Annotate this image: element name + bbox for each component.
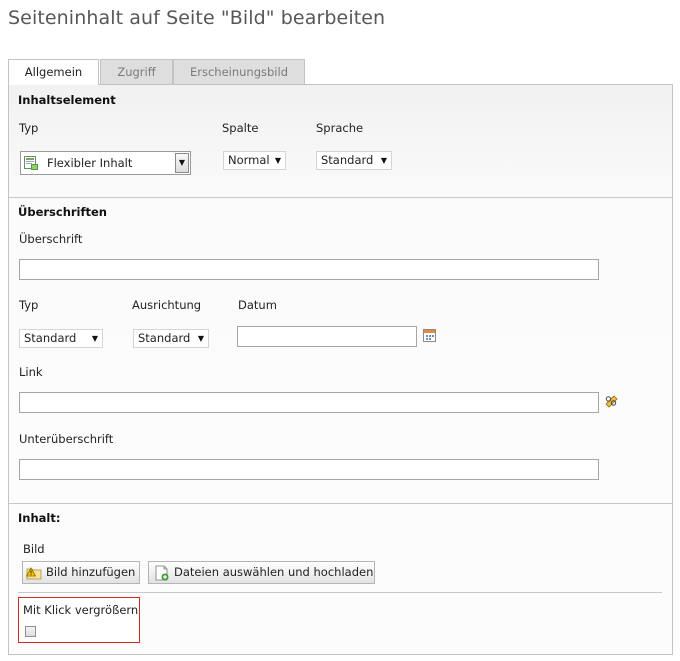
link-label: Link [19, 365, 43, 379]
ueberschrift-input[interactable] [19, 259, 599, 280]
content-type-value: Flexibler Inhalt [47, 156, 133, 170]
file-upload-icon [155, 565, 169, 581]
ausrichtung-select[interactable]: Standard ▼ [133, 329, 209, 348]
section-title-inhaltselement: Inhaltselement [18, 93, 116, 107]
zoom-checkbox[interactable] [25, 626, 36, 637]
section-divider [9, 197, 672, 198]
page-title: Seiteninhalt auf Seite "Bild" bearbeiten [8, 7, 386, 29]
zoom-option-highlight: Mit Klick vergrößern [18, 597, 140, 643]
tab-erscheinungsbild[interactable]: Erscheinungsbild [173, 59, 305, 84]
sprache-value: Standard [321, 153, 374, 167]
upload-files-button[interactable]: Dateien auswählen und hochladen [148, 561, 375, 584]
header-typ-value: Standard [24, 331, 77, 345]
spalte-label: Spalte [222, 121, 259, 135]
chevron-down-icon: ▼ [197, 334, 204, 343]
spalte-value: Normal [228, 153, 270, 167]
sprache-label: Sprache [316, 121, 364, 135]
chevron-down-icon: ▼ [380, 156, 387, 165]
zoom-label: Mit Klick vergrößern [23, 603, 139, 617]
header-typ-label: Typ [19, 298, 39, 312]
ausrichtung-value: Standard [138, 331, 191, 345]
folder-warning-icon [26, 567, 42, 580]
tab-allgemein[interactable]: Allgemein [8, 59, 99, 85]
section-title-ueberschriften: Überschriften [18, 205, 107, 219]
section-title-inhalt: Inhalt: [18, 511, 61, 525]
link-wizard-icon[interactable] [605, 395, 619, 408]
unterueberschrift-input[interactable] [19, 459, 599, 480]
chevron-down-icon: ▼ [91, 334, 98, 343]
chevron-down-icon: ▼ [274, 156, 281, 165]
unterueberschrift-label: Unterüberschrift [19, 432, 114, 446]
add-image-button[interactable]: Bild hinzufügen [22, 561, 140, 584]
calendar-icon[interactable] [423, 329, 436, 342]
sprache-select[interactable]: Standard ▼ [316, 151, 392, 170]
section-divider [18, 592, 662, 593]
ausrichtung-label: Ausrichtung [132, 298, 202, 312]
section-divider [9, 503, 672, 504]
typ-label: Typ [19, 121, 39, 135]
header-typ-select[interactable]: Standard ▼ [19, 329, 103, 348]
form-panel: Inhaltselement Typ Spalte Sprache Flexib… [8, 84, 673, 655]
datum-input[interactable] [237, 326, 417, 347]
tab-zugriff[interactable]: Zugriff [100, 59, 173, 84]
bild-label: Bild [23, 542, 45, 556]
spalte-select[interactable]: Normal ▼ [223, 151, 286, 170]
content-type-select[interactable]: Flexibler Inhalt ▼ [20, 151, 191, 175]
link-input[interactable] [19, 392, 599, 413]
chevron-down-icon[interactable]: ▼ [175, 153, 189, 173]
ueberschrift-label: Überschrift [19, 232, 83, 246]
flexible-content-icon [24, 156, 38, 170]
upload-files-label: Dateien auswählen und hochladen [174, 565, 374, 579]
datum-label: Datum [238, 298, 277, 312]
add-image-label: Bild hinzufügen [46, 565, 136, 579]
